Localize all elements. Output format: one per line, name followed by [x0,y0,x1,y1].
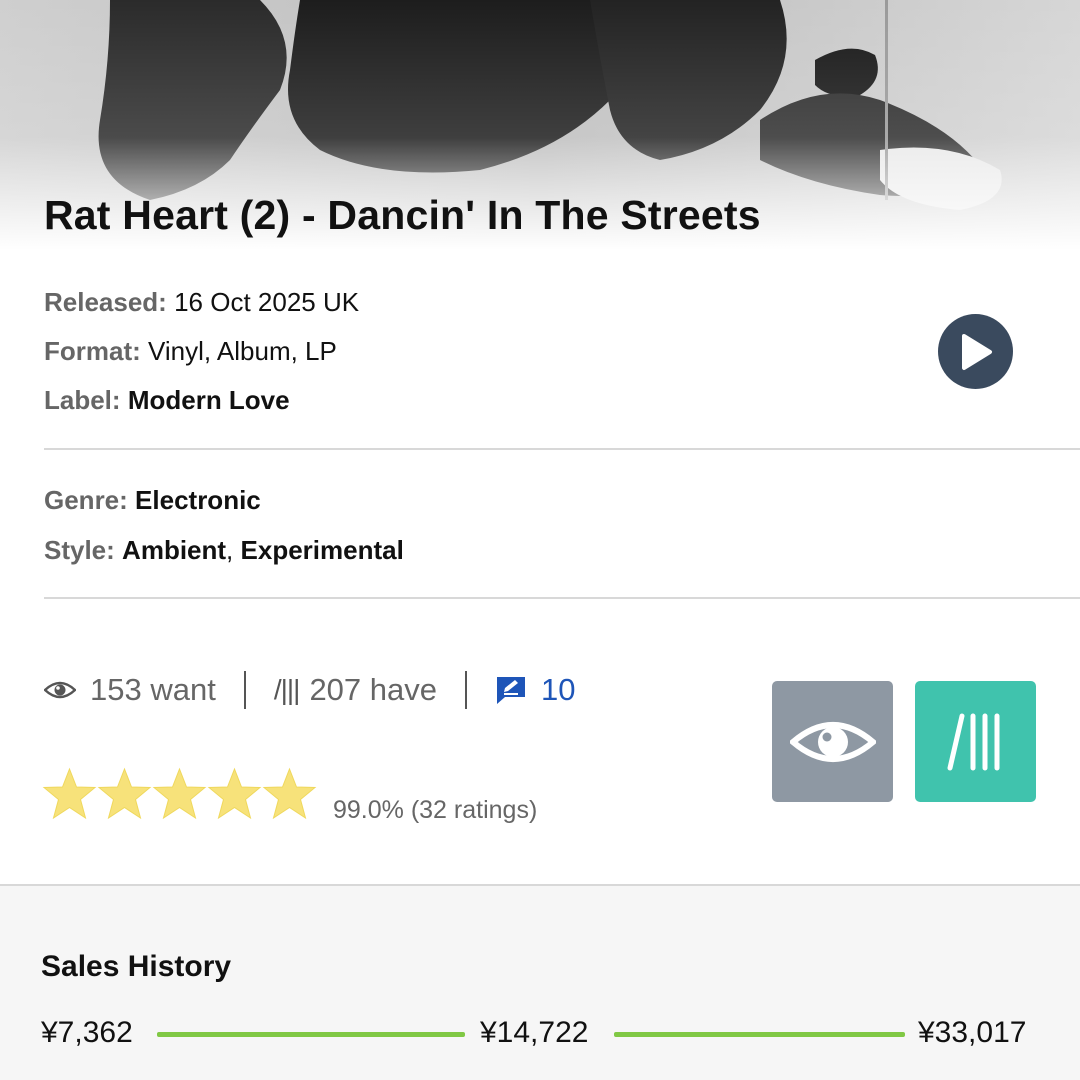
eye-icon [789,721,876,762]
style-separator: , [226,535,234,565]
label-row: Label: Modern Love [44,385,290,416]
label-label: Label: [44,385,121,415]
reviews-link[interactable]: 10 [495,672,575,708]
divider [44,448,1080,450]
have-text: 207 have [309,672,437,707]
collection-icon: /||| [273,674,301,705]
rating-summary: 99.0% (32 ratings) [333,796,538,824]
sales-low-price: ¥7,362 [41,1016,133,1049]
divider [44,597,1080,599]
add-to-wantlist-button[interactable] [772,681,893,802]
release-title: Rat Heart (2) - Dancin' In The Streets [44,192,761,238]
eye-icon [44,681,76,699]
review-edit-icon [497,677,525,704]
sales-history-section: Sales History ¥7,362 ¥14,722 ¥33,017 [0,884,1080,1080]
sales-range-bar-right [614,1032,905,1037]
released-label: Released: [44,287,167,317]
reviews-count: 10 [541,672,576,707]
genre-row: Genre: Electronic [44,485,261,516]
add-to-collection-button[interactable] [915,681,1036,802]
star-icon [262,767,317,820]
sales-high-price: ¥33,017 [918,1016,1027,1049]
want-text: 153 want [90,672,216,707]
sales-median-price: ¥14,722 [480,1016,589,1049]
sales-range-bar-left [157,1032,465,1037]
have-count[interactable]: /||| 207 have [274,672,437,708]
format-value: Vinyl, Album, LP [148,336,337,366]
star-icon [97,767,152,820]
separator [243,671,246,709]
style-row: Style: Ambient, Experimental [44,535,404,566]
star-icon [207,767,262,820]
genre-label: Genre: [44,485,128,515]
format-label: Format: [44,336,141,366]
star-icon [42,767,97,820]
released-value: 16 Oct 2025 UK [174,287,360,317]
rating-stars [42,766,317,824]
play-button[interactable] [938,314,1013,389]
play-icon [961,333,992,370]
released-row: Released: 16 Oct 2025 UK [44,287,359,318]
style-link-ambient[interactable]: Ambient [122,535,226,565]
label-link[interactable]: Modern Love [128,385,290,415]
community-stats: 153 want /||| 207 have 10 [44,668,575,712]
sales-history-title: Sales History [41,950,232,983]
want-count[interactable]: 153 want [44,672,216,708]
style-link-experimental[interactable]: Experimental [241,535,404,565]
star-icon [152,767,207,820]
collection-icon [947,713,999,770]
format-row: Format: Vinyl, Album, LP [44,336,337,367]
genre-link[interactable]: Electronic [135,485,261,515]
separator [465,671,467,709]
style-label: Style: [44,535,115,565]
